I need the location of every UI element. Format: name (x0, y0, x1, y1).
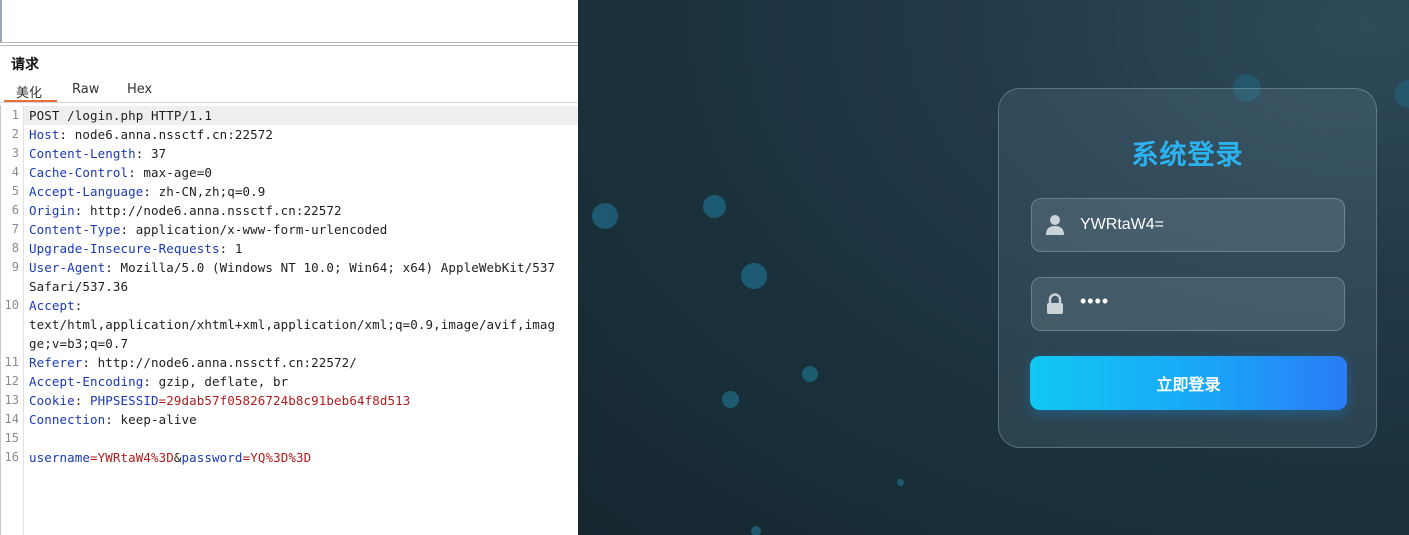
divider (0, 42, 578, 43)
username-value: YWRtaW4= (1080, 216, 1165, 233)
header-referer: Referer: http://node6.anna.nssctf.cn:225… (29, 355, 357, 370)
header-content-type: Content-Type: application/x-www-form-url… (29, 222, 388, 237)
line-number: 9 (11, 260, 19, 274)
header-cache-control: Cache-Control: max-age=0 (29, 165, 213, 180)
tab-pretty[interactable]: 美化 (16, 82, 42, 101)
line-number: 7 (11, 222, 19, 236)
line-number: 15 (4, 431, 19, 445)
request-body: username=YWRtaW4%3D&password=YQ%3D%3D (29, 450, 312, 465)
tab-raw[interactable]: Raw (72, 82, 99, 97)
line-number: 4 (11, 165, 19, 179)
header-connection: Connection: keep-alive (29, 412, 197, 427)
bubble-decoration (897, 479, 904, 486)
bubble-decoration (741, 263, 767, 289)
bubble-decoration (751, 526, 761, 535)
bubble-decoration (1395, 80, 1409, 108)
top-pane (0, 0, 578, 42)
header-accept-wrap: text/html,application/xhtml+xml,applicat… (29, 317, 556, 332)
gutter-divider (23, 105, 24, 535)
lock-icon (1047, 293, 1063, 314)
password-input[interactable]: •••• (1031, 277, 1345, 331)
line-number: 8 (11, 241, 19, 255)
header-accept-encoding: Accept-Encoding: gzip, deflate, br (29, 374, 289, 389)
line-number: 13 (4, 393, 19, 407)
request-line: POST /login.php HTTP/1.1 (29, 108, 213, 123)
header-cookie: Cookie: PHPSESSID=29dab57f05826724b8c91b… (29, 393, 411, 408)
divider (0, 45, 578, 46)
line-number: 1 (11, 108, 19, 122)
tab-hex[interactable]: Hex (127, 82, 152, 97)
header-origin: Origin: http://node6.anna.nssctf.cn:2257… (29, 203, 342, 218)
tab-divider (0, 102, 578, 103)
panel-title: 请求 (11, 57, 39, 73)
request-panel: 请求 美化 Raw Hex 1 2 3 4 5 6 7 8 9 10 11 12… (0, 0, 578, 535)
username-input[interactable]: YWRtaW4= (1031, 198, 1345, 252)
line-number: 16 (4, 450, 19, 464)
password-mask: •••• (1080, 291, 1110, 311)
bubble-decoration (802, 366, 818, 382)
bubble-decoration (722, 391, 739, 408)
login-page: 系统登录 YWRtaW4= •••• 立即登录 (578, 0, 1409, 535)
header-user-agent-wrap: Safari/537.36 (29, 279, 129, 294)
line-number: 3 (11, 146, 19, 160)
line-number: 10 (4, 298, 19, 312)
header-accept-language: Accept-Language: zh-CN,zh;q=0.9 (29, 184, 266, 199)
line-number: 2 (11, 127, 19, 141)
header-host: Host: node6.anna.nssctf.cn:22572 (29, 127, 274, 142)
header-accept-wrap: ge;v=b3;q=0.7 (29, 336, 129, 351)
request-editor[interactable]: 1 2 3 4 5 6 7 8 9 10 11 12 13 14 15 16 P… (0, 105, 578, 535)
login-title: 系统登录 (1131, 140, 1244, 171)
line-number: 6 (11, 203, 19, 217)
line-number: 12 (4, 374, 19, 388)
line-number: 14 (4, 412, 19, 426)
line-number: 5 (11, 184, 19, 198)
user-icon (1046, 215, 1064, 235)
login-card: 系统登录 YWRtaW4= •••• 立即登录 (998, 88, 1377, 448)
line-number: 11 (4, 355, 19, 369)
login-button[interactable]: 立即登录 (1030, 356, 1347, 410)
header-upgrade-insecure-requests: Upgrade-Insecure-Requests: 1 (29, 241, 243, 256)
header-content-length: Content-Length: 37 (29, 146, 167, 161)
bubble-decoration (703, 195, 726, 218)
header-accept: Accept: (29, 298, 83, 313)
header-user-agent: User-Agent: Mozilla/5.0 (Windows NT 10.0… (29, 260, 556, 275)
bubble-decoration (592, 203, 618, 229)
